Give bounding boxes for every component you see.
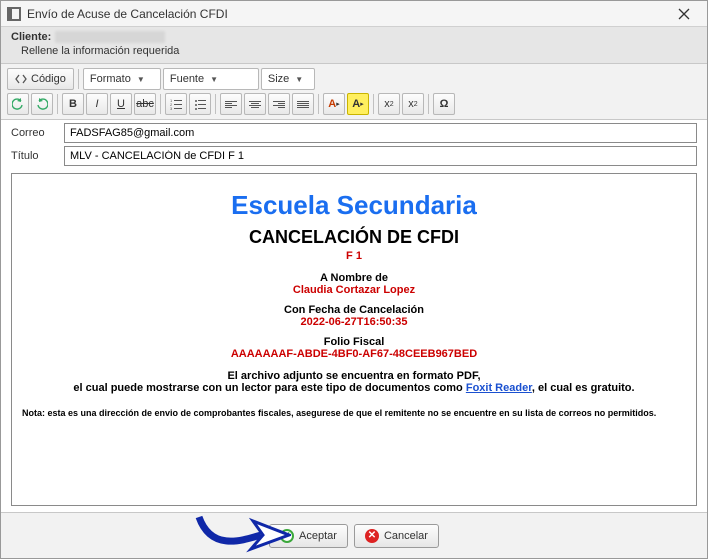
format-label: Formato (90, 73, 131, 85)
strike-button[interactable]: abc (134, 93, 156, 115)
separator (318, 94, 319, 114)
client-label: Cliente: (11, 31, 51, 43)
separator (215, 94, 216, 114)
folio-short: F 1 (22, 250, 686, 262)
editor-toolbar: Código Formato ▼ Fuente ▼ Size ▼ B I U (1, 64, 707, 120)
chevron-down-icon: ▼ (137, 75, 145, 84)
underline-button[interactable]: U (110, 93, 132, 115)
font-combo[interactable]: Fuente ▼ (163, 68, 259, 90)
ordered-list-button[interactable]: 123 (165, 93, 187, 115)
check-icon: ✓ (280, 529, 294, 543)
ol-icon: 123 (170, 98, 182, 110)
accept-label: Aceptar (299, 530, 337, 542)
close-icon (678, 8, 690, 20)
name-label: A Nombre de (22, 272, 686, 284)
bg-color-button[interactable]: A▸ (347, 93, 369, 115)
correo-input[interactable] (64, 123, 697, 143)
titulo-label: Título (11, 150, 56, 162)
pdf-line1: El archivo adjunto se encuentra en forma… (22, 370, 686, 382)
align-center-button[interactable] (244, 93, 266, 115)
separator (160, 94, 161, 114)
redo-button[interactable] (31, 93, 53, 115)
fiscal-label: Folio Fiscal (22, 336, 686, 348)
dialog-footer: ✓ Aceptar ✕ Cancelar (1, 512, 707, 558)
fiscal-value: AAAAAAAF-ABDE-4BF0-AF67-48CEEB967BED (22, 348, 686, 360)
align-justify-button[interactable] (292, 93, 314, 115)
format-combo[interactable]: Formato ▼ (83, 68, 161, 90)
size-label: Size (268, 73, 289, 85)
client-hint: Rellene la información requerida (21, 45, 697, 57)
correo-label: Correo (11, 127, 56, 139)
align-right-button[interactable] (268, 93, 290, 115)
date-value: 2022-06-27T16:50:35 (22, 316, 686, 328)
undo-button[interactable] (7, 93, 29, 115)
separator (428, 94, 429, 114)
source-icon (15, 73, 27, 85)
unordered-list-button[interactable] (189, 93, 211, 115)
pdf-line2b: , el cual es gratuito. (532, 382, 635, 394)
align-left-button[interactable] (220, 93, 242, 115)
italic-button[interactable]: I (86, 93, 108, 115)
org-name: Escuela Secundaria (22, 190, 686, 221)
close-button[interactable] (667, 3, 701, 25)
cancel-button[interactable]: ✕ Cancelar (354, 524, 439, 548)
font-label: Fuente (170, 73, 204, 85)
window-title: Envío de Acuse de Cancelación CFDI (27, 7, 667, 21)
subscript-button[interactable]: x2 (378, 93, 400, 115)
date-label: Con Fecha de Cancelación (22, 304, 686, 316)
titlebar: Envío de Acuse de Cancelación CFDI (1, 1, 707, 27)
cancel-icon: ✕ (365, 529, 379, 543)
correo-row: Correo (1, 120, 707, 146)
bold-button[interactable]: B (62, 93, 84, 115)
editor-body[interactable]: Escuela Secundaria CANCELACIÓN DE CFDI F… (11, 173, 697, 506)
pdf-line2a: el cual puede mostrarse con un lector pa… (73, 382, 465, 394)
note-text: Nota: esta es una dirección de envio de … (22, 408, 686, 418)
titulo-row: Título (1, 146, 707, 169)
redo-icon (36, 98, 48, 110)
size-combo[interactable]: Size ▼ (261, 68, 315, 90)
undo-icon (12, 98, 24, 110)
accept-button[interactable]: ✓ Aceptar (269, 524, 348, 548)
source-button[interactable]: Código (7, 68, 74, 90)
chevron-down-icon: ▼ (295, 75, 303, 84)
ul-icon (194, 98, 206, 110)
separator (78, 69, 79, 89)
chevron-down-icon: ▼ (210, 75, 218, 84)
foxit-link[interactable]: Foxit Reader (466, 382, 532, 394)
titulo-input[interactable] (64, 146, 697, 166)
svg-text:3: 3 (170, 106, 173, 110)
source-label: Código (31, 73, 66, 85)
doc-heading: CANCELACIÓN DE CFDI (22, 227, 686, 248)
text-color-button[interactable]: A▸ (323, 93, 345, 115)
dialog-window: Envío de Acuse de Cancelación CFDI Clien… (0, 0, 708, 559)
cancel-label: Cancelar (384, 530, 428, 542)
special-char-button[interactable]: Ω (433, 93, 455, 115)
app-icon (7, 7, 21, 21)
client-value-redacted (55, 31, 165, 43)
superscript-button[interactable]: x2 (402, 93, 424, 115)
separator (57, 94, 58, 114)
pdf-info: El archivo adjunto se encuentra en forma… (22, 370, 686, 394)
name-value: Claudia Cortazar Lopez (22, 284, 686, 296)
client-info: Cliente: Rellene la información requerid… (1, 27, 707, 64)
separator (373, 94, 374, 114)
